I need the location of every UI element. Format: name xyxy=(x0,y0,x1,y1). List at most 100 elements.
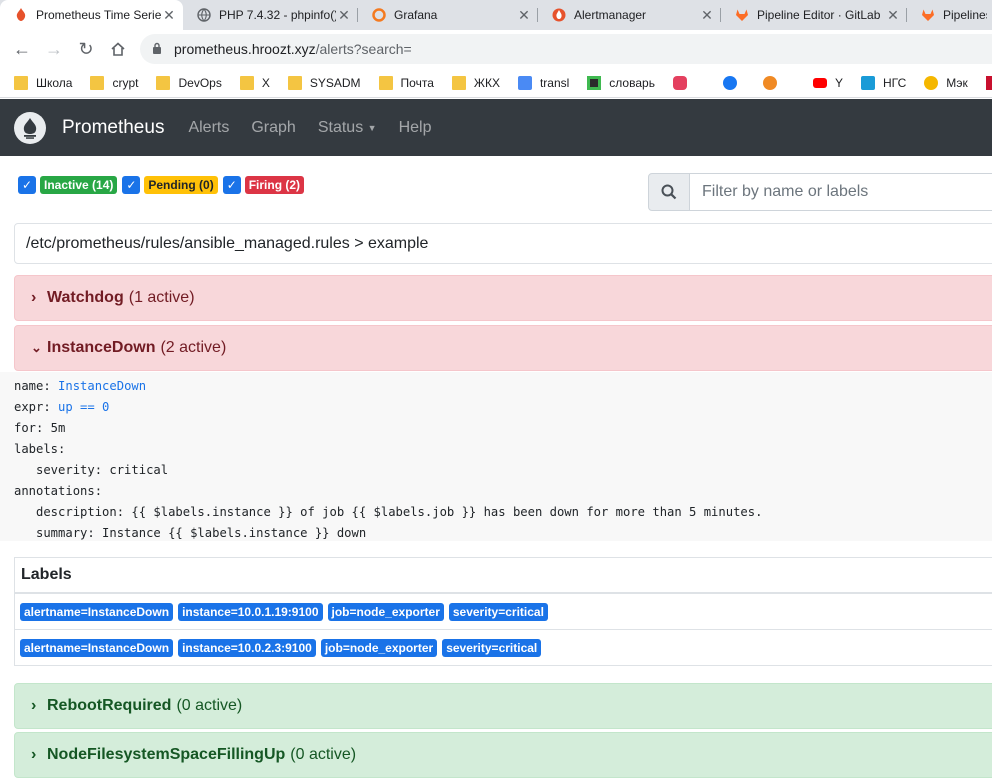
back-arrow-icon[interactable]: ← xyxy=(6,33,38,65)
lock-icon xyxy=(152,42,164,57)
mek-icon xyxy=(924,75,939,90)
alert-group-instancedown[interactable]: ⌄ InstanceDown (2 active) xyxy=(14,325,992,371)
gitlab-icon xyxy=(921,8,935,22)
group-count: (0 active) xyxy=(290,746,357,763)
tab-prometheus[interactable]: Prometheus Time Series ✕ xyxy=(0,0,183,30)
chevron-right-icon: › xyxy=(31,746,37,763)
nav-alerts[interactable]: Alerts xyxy=(188,119,229,137)
bookmark-folder[interactable]: X xyxy=(239,75,270,90)
reload-icon[interactable]: ↻ xyxy=(70,33,102,65)
bookmark-folder[interactable]: ЖКХ xyxy=(451,75,500,90)
tab-title: Alertmanager xyxy=(574,8,647,22)
globe-icon xyxy=(197,8,211,22)
labels-header: Labels xyxy=(15,558,992,594)
group-name: InstanceDown xyxy=(47,339,156,356)
chevron-right-icon: › xyxy=(31,289,37,306)
close-tab-icon[interactable]: ✕ xyxy=(885,7,901,24)
tab-title: Grafana xyxy=(394,8,438,22)
pending-checkbox[interactable]: ✓ xyxy=(122,176,141,194)
bookmark-folder[interactable]: Школа xyxy=(14,75,72,90)
nav-help[interactable]: Help xyxy=(399,119,432,137)
home-icon[interactable] xyxy=(102,33,134,65)
close-tab-icon[interactable]: ✕ xyxy=(336,7,352,24)
brand[interactable]: Prometheus xyxy=(62,117,164,139)
alert-group-watchdog[interactable]: › Watchdog (1 active) xyxy=(14,275,992,321)
bookmark-z[interactable]: Z xyxy=(985,75,992,90)
bookmark-facebook[interactable] xyxy=(722,75,745,90)
table-row: alertname=InstanceDown instance=10.0.2.3… xyxy=(15,630,992,666)
bookmark-translate[interactable]: transl xyxy=(517,75,569,90)
folder-icon xyxy=(287,75,302,90)
group-count: (0 active) xyxy=(176,697,243,714)
bookmark-dictionary[interactable]: словарь xyxy=(587,75,655,90)
label-badge: alertname=InstanceDown xyxy=(20,639,174,657)
forward-arrow-icon[interactable]: → xyxy=(38,33,70,65)
inactive-checkbox[interactable]: ✓ xyxy=(18,176,36,194)
rule-definition: name: InstanceDown expr: up == 0 for: 5m la… xyxy=(0,372,992,541)
tab-title: Pipelines xyxy=(943,8,987,22)
youtube-icon xyxy=(812,77,827,88)
tab-grafana[interactable]: Grafana ✕ xyxy=(358,0,538,30)
group-name: Watchdog xyxy=(47,289,124,306)
url-path: /alerts?search= xyxy=(315,41,412,57)
bookmark-folder[interactable]: Почта xyxy=(378,75,434,90)
orange-circle-icon xyxy=(762,75,777,90)
bookmark-orange[interactable] xyxy=(762,75,785,90)
url-host: prometheus.hroozt.xyz xyxy=(174,41,316,57)
folder-icon xyxy=(378,75,393,90)
label-badge: job=node_exporter xyxy=(327,602,444,621)
firing-badge: Firing (2) xyxy=(244,176,305,194)
label-badge: alertname=InstanceDown xyxy=(20,602,174,621)
close-tab-icon[interactable]: ✕ xyxy=(516,7,532,24)
tab-alertmanager[interactable]: Alertmanager ✕ xyxy=(538,0,721,30)
search-input[interactable] xyxy=(690,173,992,211)
bookmark-mek[interactable]: Мэк xyxy=(924,75,968,90)
bookmark-folder[interactable]: SYSADM xyxy=(287,75,361,90)
close-tab-icon[interactable]: ✕ xyxy=(161,7,177,24)
bookmark-folder[interactable]: DevOps xyxy=(156,75,222,90)
group-name: NodeFilesystemSpaceFillingUp xyxy=(47,746,286,763)
chevron-down-icon: ⌄ xyxy=(31,340,42,355)
nav-graph[interactable]: Graph xyxy=(251,119,295,137)
pending-badge: Pending (0) xyxy=(144,176,218,194)
translate-icon xyxy=(517,75,532,90)
tab-title: PHP 7.4.32 - phpinfo() xyxy=(219,8,336,22)
alert-group-nodefilesystem[interactable]: › NodeFilesystemSpaceFillingUp (0 active… xyxy=(14,732,992,778)
prometheus-logo-icon[interactable] xyxy=(14,111,46,144)
address-bar: ← → ↻ prometheus.hroozt.xyz/alerts?searc… xyxy=(0,30,992,68)
tab-pipelines[interactable]: Pipelines xyxy=(907,0,987,30)
label-badge: instance=10.0.1.19:9100 xyxy=(178,602,323,621)
gitlab-icon xyxy=(735,8,749,22)
alert-group-rebootrequired[interactable]: › RebootRequired (0 active) xyxy=(14,683,992,729)
tab-phpinfo[interactable]: PHP 7.4.32 - phpinfo() ✕ xyxy=(183,0,358,30)
rule-expr-link[interactable]: up == 0 xyxy=(58,400,109,414)
close-tab-icon[interactable]: ✕ xyxy=(699,7,715,24)
url-field[interactable]: prometheus.hroozt.xyz/alerts?search= xyxy=(140,34,992,64)
table-row: alertname=InstanceDown instance=10.0.1.1… xyxy=(15,594,992,630)
grafana-icon xyxy=(372,8,386,22)
rule-name-link[interactable]: InstanceDown xyxy=(58,379,146,393)
label-badge: severity=critical xyxy=(448,602,548,621)
bookmark-video[interactable] xyxy=(672,75,695,90)
firing-checkbox[interactable]: ✓ xyxy=(222,176,241,194)
bookmark-folder[interactable]: crypt xyxy=(90,75,138,90)
search-group xyxy=(648,173,992,211)
dictionary-icon xyxy=(587,75,602,90)
browser-tab-bar: Prometheus Time Series ✕ PHP 7.4.32 - ph… xyxy=(0,0,992,30)
tab-pipeline-editor[interactable]: Pipeline Editor · GitLab ✕ xyxy=(721,0,907,30)
folder-icon xyxy=(14,75,28,90)
facebook-icon xyxy=(722,75,737,90)
state-filters: ✓ Inactive (14) ✓ Pending (0) ✓ Firing (… xyxy=(18,176,309,194)
nav-status[interactable]: Status ▼ xyxy=(318,119,377,137)
bookmark-ngs[interactable]: НГС xyxy=(860,75,906,90)
bookmarks-bar: Школа crypt DevOps X SYSADM Почта ЖКХ tr… xyxy=(0,68,992,98)
folder-icon xyxy=(156,75,171,90)
ngs-icon xyxy=(860,75,875,90)
video-icon xyxy=(672,75,687,90)
label-badge: severity=critical xyxy=(442,639,542,657)
bookmark-youtube[interactable]: Y xyxy=(812,76,843,90)
search-icon xyxy=(648,173,690,211)
prometheus-navbar: Prometheus Alerts Graph Status ▼ Help xyxy=(0,99,992,156)
group-name: RebootRequired xyxy=(47,697,172,714)
folder-icon xyxy=(239,75,254,90)
